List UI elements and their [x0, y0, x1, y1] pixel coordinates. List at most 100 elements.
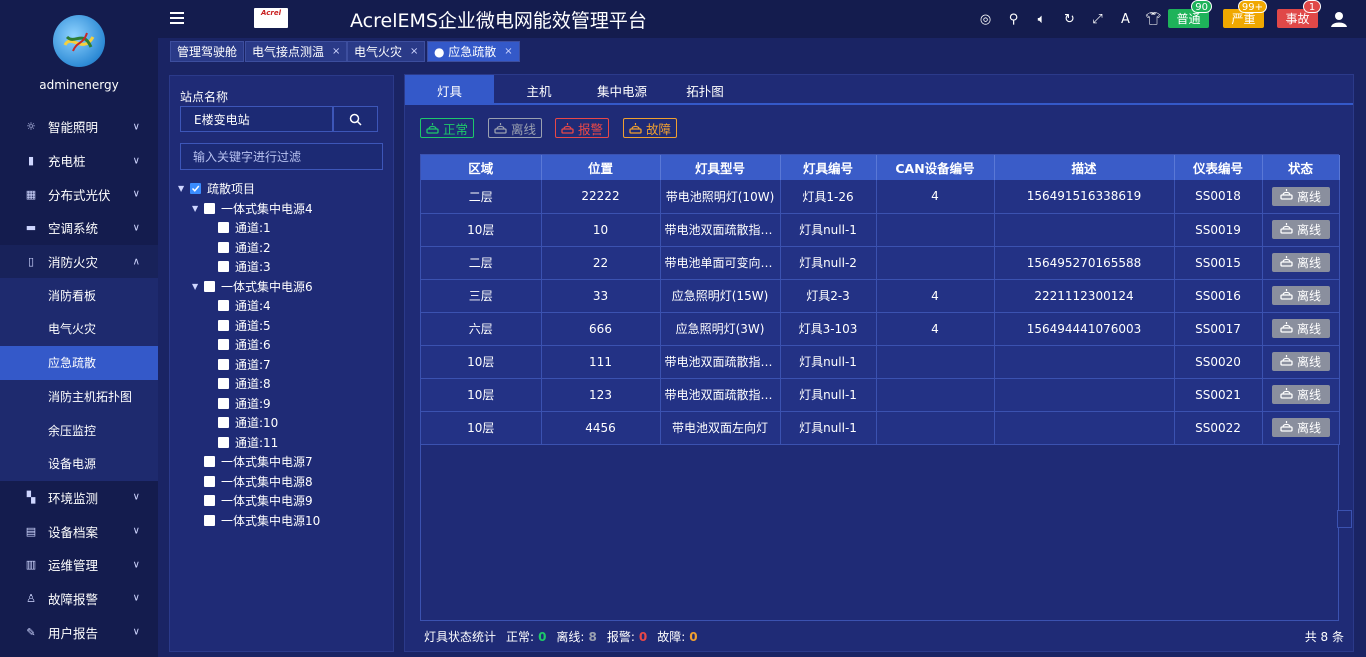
tree-checkbox[interactable] [204, 202, 215, 214]
close-icon[interactable]: × [504, 46, 512, 57]
station-select[interactable]: E楼变电站 [180, 106, 333, 132]
tree-checkbox[interactable] [218, 222, 229, 234]
table-row[interactable]: 10层 111 带电池双面疏散指示灯 灯具null-1 SS0020 离线 [421, 345, 1340, 379]
tree-checkbox[interactable] [218, 436, 229, 448]
tree-node[interactable]: 一体式集中电源7 [170, 452, 395, 472]
alarm-normal-button[interactable]: 普通 90 [1168, 0, 1212, 28]
volume-icon[interactable]: 🔈︎ [1032, 10, 1051, 28]
menu-item-alarm[interactable]: ♙ 故障报警 ∨ [0, 582, 158, 616]
tree-checkbox[interactable] [204, 495, 215, 507]
tree-checkbox[interactable] [218, 417, 229, 429]
station-search-button[interactable] [333, 106, 378, 132]
tree-checkbox[interactable] [218, 241, 229, 253]
tree-checkbox[interactable] [204, 514, 215, 526]
tree-node[interactable]: ▼ 一体式集中电源6 [170, 277, 395, 297]
help-ring-icon[interactable]: ◎ [976, 10, 995, 28]
tree-checkbox[interactable] [218, 397, 229, 409]
fullscreen-icon[interactable]: ⤢ [1088, 10, 1107, 28]
tree-node[interactable]: 通道:10 [170, 413, 395, 433]
tree-checkbox[interactable] [218, 358, 229, 370]
table-row[interactable]: 三层 33 应急照明灯(15W) 灯具2-3 4 2221112300124 SS0016 离… [421, 279, 1340, 313]
menu-toggle-icon[interactable] [170, 12, 184, 24]
status-offline-button[interactable]: 离线 [1271, 352, 1330, 371]
tree-node[interactable]: 通道:7 [170, 355, 395, 375]
alarm-serious-button[interactable]: 严重 99+ [1223, 0, 1267, 28]
table-row[interactable]: 10层 4456 带电池双面左向灯 灯具null-1 SS0022 离线 [421, 411, 1340, 445]
tree-filter-input[interactable]: 输入关键字进行过滤 [180, 143, 383, 170]
tab-central-power[interactable]: 集中电源 [588, 75, 656, 105]
status-offline-button[interactable]: 离线 [1271, 319, 1330, 338]
submenu-item-emergency-evacuation[interactable]: 应急疏散 [0, 345, 158, 380]
tree-node[interactable]: ▼ 疏散项目 [170, 179, 395, 199]
search-icon[interactable]: ⚲ [1004, 10, 1023, 28]
alarm-accident-button[interactable]: 事故 1 [1277, 0, 1321, 28]
tree-checkbox[interactable] [218, 319, 229, 331]
tab-electrical-fire[interactable]: 电气火灾 × [347, 41, 426, 62]
menu-item-report[interactable]: ✎ 用户报告 ∨ [0, 615, 158, 649]
status-offline-button[interactable]: 离线 [1271, 418, 1330, 437]
menu-item-archive[interactable]: ▤ 设备档案 ∨ [0, 514, 158, 548]
submenu-item-fire-dashboard[interactable]: 消防看板 [0, 278, 158, 312]
status-offline-button[interactable]: 离线 [1271, 220, 1330, 239]
tree-checkbox[interactable] [204, 475, 215, 487]
submenu-item-electrical-fire[interactable]: 电气火灾 [0, 312, 158, 346]
menu-item-charger[interactable]: ▮ 充电桩 ∨ [0, 144, 158, 178]
table-row[interactable]: 10层 123 带电池双面疏散指示灯 灯具null-1 SS0021 离线 [421, 378, 1340, 412]
menu-item-fire[interactable]: ▯ 消防火灾 ∧ [0, 244, 158, 279]
tab-emergency-evacuation[interactable]: ● 应急疏散 × [427, 41, 520, 62]
caret-down-icon[interactable]: ▼ [178, 184, 188, 193]
tree-checkbox[interactable] [190, 183, 201, 195]
table-row[interactable]: 六层 666 应急照明灯(3W) 灯具3-103 4 156494441076003 SS0… [421, 312, 1340, 346]
submenu-item-fire-host-topology[interactable]: 消防主机拓扑图 [0, 380, 158, 414]
tree-node[interactable]: 通道:3 [170, 257, 395, 277]
tree-checkbox[interactable] [218, 261, 229, 273]
caret-down-icon[interactable]: ▼ [192, 282, 202, 291]
table-row[interactable]: 二层 22222 带电池照明灯(10W) 灯具1-26 4 156491516338619… [421, 180, 1340, 214]
tree-node[interactable]: 通道:11 [170, 433, 395, 453]
tab-cockpit[interactable]: 管理驾驶舱 [170, 41, 245, 62]
tree-node[interactable]: 通道:2 [170, 238, 395, 258]
tab-contact-temp[interactable]: 电气接点测温 × [245, 41, 348, 62]
submenu-item-device-power[interactable]: 设备电源 [0, 447, 158, 481]
tree-checkbox[interactable] [204, 280, 215, 292]
tab-topology[interactable]: 拓扑图 [671, 75, 739, 105]
tree-node[interactable]: 通道:9 [170, 394, 395, 414]
avatar[interactable] [53, 15, 105, 67]
tree-node[interactable]: 通道:8 [170, 374, 395, 394]
menu-item-lighting[interactable]: ☼ 智能照明 ∨ [0, 110, 158, 144]
user-icon[interactable] [1330, 10, 1348, 28]
tree-checkbox[interactable] [218, 378, 229, 390]
tree-checkbox[interactable] [218, 339, 229, 351]
tab-host[interactable]: 主机 [505, 75, 573, 105]
font-size-icon[interactable]: A [1116, 10, 1135, 28]
refresh-icon[interactable]: ↻ [1060, 10, 1079, 28]
caret-down-icon[interactable]: ▼ [192, 204, 202, 213]
table-row[interactable]: 10层 10 带电池双面疏散指示灯 灯具null-1 SS0019 离线 [421, 213, 1340, 247]
panel-toggle-icon[interactable] [1337, 510, 1352, 528]
status-offline-button[interactable]: 离线 [1271, 253, 1330, 272]
status-offline-button[interactable]: 离线 [1271, 286, 1330, 305]
tree-node[interactable]: ▼ 一体式集中电源4 [170, 199, 395, 219]
tab-lamps[interactable]: 灯具 [405, 75, 494, 105]
close-icon[interactable]: × [332, 46, 340, 57]
status-offline-button[interactable]: 离线 [1271, 385, 1330, 404]
username: adminenergy [39, 78, 119, 92]
tree-checkbox[interactable] [218, 300, 229, 312]
table-row[interactable]: 二层22带电池单面可变向指示灯灯具null-2 156495270165588SS… [421, 246, 1340, 280]
tree-node[interactable]: 一体式集中电源9 [170, 491, 395, 511]
menu-item-environment[interactable]: ▚ 环境监测 ∨ [0, 481, 158, 515]
tree-node[interactable]: 通道:6 [170, 335, 395, 355]
tree-node[interactable]: 通道:4 [170, 296, 395, 316]
tree-node[interactable]: 一体式集中电源10 [170, 511, 395, 531]
menu-item-aircon[interactable]: ▬ 空调系统 ∨ [0, 211, 158, 245]
menu-item-maintenance[interactable]: ▥ 运维管理 ∨ [0, 548, 158, 582]
status-offline-button[interactable]: 离线 [1271, 186, 1330, 206]
close-icon[interactable]: × [410, 46, 418, 57]
tree-checkbox[interactable] [204, 456, 215, 468]
menu-item-solar[interactable]: ▦ 分布式光伏 ∨ [0, 177, 158, 211]
tree-node[interactable]: 通道:5 [170, 316, 395, 336]
tree-node[interactable]: 一体式集中电源8 [170, 472, 395, 492]
skin-icon[interactable]: 👕︎ [1144, 10, 1163, 28]
submenu-item-residual-pressure[interactable]: 余压监控 [0, 413, 158, 447]
tree-node[interactable]: 通道:1 [170, 218, 395, 238]
